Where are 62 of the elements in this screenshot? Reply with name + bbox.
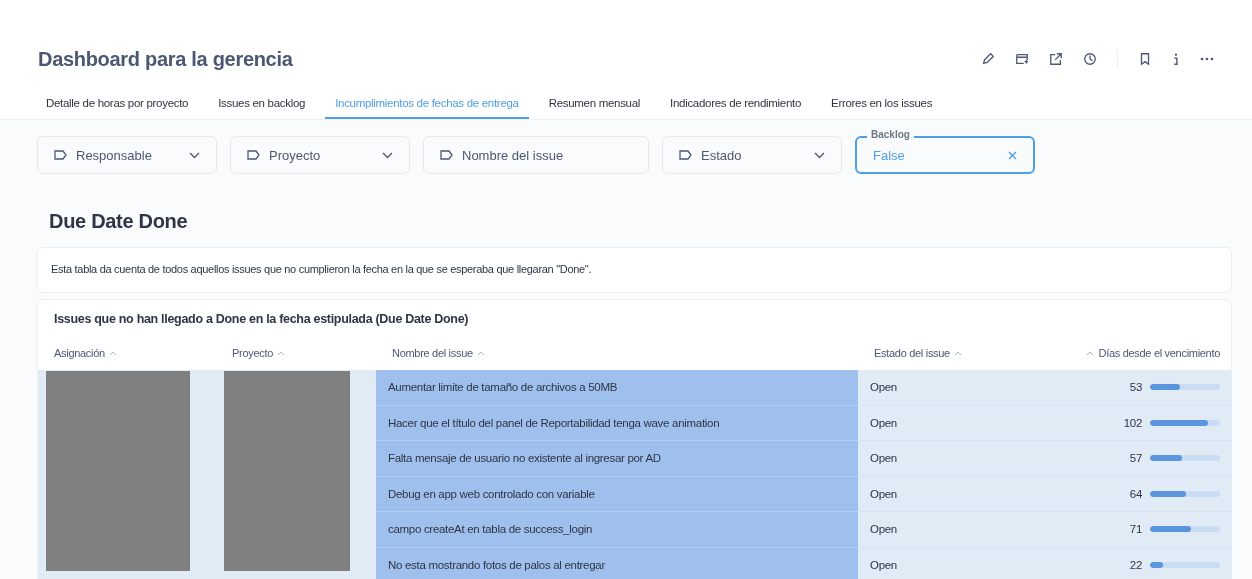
table-cell: 64: [1129, 487, 1142, 500]
chevron-down-icon: [382, 151, 393, 159]
filter-field[interactable]: Responsable: [37, 136, 217, 174]
table-cell: 57: [1129, 452, 1142, 465]
tab[interactable]: Issues en backlog: [208, 94, 316, 119]
close-icon[interactable]: [1008, 150, 1017, 160]
table-cell: Open: [858, 405, 1061, 441]
table-cell: No esta mostrando fotos de palos al entregar: [376, 547, 858, 579]
tag-icon: [247, 150, 260, 160]
column-header[interactable]: Nombre del issue: [376, 336, 858, 370]
filter-field[interactable]: Proyecto: [230, 136, 410, 174]
filter-label: Backlog: [867, 129, 914, 141]
table-cell: 102: [1123, 416, 1142, 429]
calendar-icon[interactable]: [1015, 52, 1029, 66]
chevron-down-icon: [814, 151, 825, 159]
table-cell: Open: [858, 370, 1061, 406]
column-header[interactable]: Asignación: [38, 336, 216, 370]
tab[interactable]: Resumen mensual: [538, 94, 651, 119]
table-cell: 22: [1129, 558, 1142, 571]
table-cell: campo createAt en tabla de success_login: [376, 512, 858, 548]
share-icon[interactable]: [1049, 52, 1063, 66]
tab[interactable]: Detalle de horas por proyecto: [36, 94, 199, 119]
clock-icon[interactable]: [1083, 52, 1097, 66]
description-text: Esta tabla da cuenta de todos aquellos issues que no cumplieron la fecha en la que se esperaba que llegaran "Done".: [51, 263, 592, 275]
table-cell: Open: [858, 441, 1061, 477]
table-cell: 71: [1129, 523, 1142, 536]
column-header[interactable]: Días desde el vencimiento: [1061, 336, 1232, 370]
sort-icon: [277, 350, 285, 356]
table-cell: 53: [1129, 381, 1142, 394]
table-cell: Falta mensaje de usuario no existente al ingresar por AD: [376, 441, 858, 477]
tab[interactable]: Indicadores de rendimiento: [660, 94, 811, 119]
tab[interactable]: Errores en los issues: [821, 94, 943, 119]
dashboard-title: Dashboard para la gerencia: [38, 47, 293, 71]
tag-icon: [440, 150, 453, 160]
table-title: Issues que no han llegado a Done en la fecha estipulada (Due Date Done): [53, 311, 470, 328]
filter-label: Responsable: [76, 147, 153, 163]
sort-icon: [476, 350, 485, 356]
pencil-icon[interactable]: [981, 52, 995, 66]
filter-label: Nombre del issue: [462, 147, 565, 163]
column-header[interactable]: Proyecto: [216, 336, 376, 370]
sort-icon: [1086, 350, 1095, 356]
column-header[interactable]: Estado del issue: [858, 336, 1061, 370]
filter-field[interactable]: Estado: [662, 136, 842, 174]
section-heading: Due Date Done: [49, 210, 189, 233]
filter-field[interactable]: Nombre del issue: [423, 136, 649, 174]
table-cell: Open: [858, 512, 1061, 548]
sort-icon: [108, 350, 117, 356]
more-icon[interactable]: [1200, 57, 1214, 61]
table-cell: Hacer que el título del panel de Reportabilidad tenga wave animation: [376, 405, 858, 441]
chevron-down-icon: [189, 151, 200, 159]
filter-value: False: [873, 147, 905, 163]
filter-label: Estado: [701, 147, 743, 163]
table-cell: Open: [858, 547, 1061, 579]
table-cell: Debug en app web controlado con variable: [376, 476, 858, 512]
bookmark-icon[interactable]: [1138, 52, 1152, 66]
filter-label: Proyecto: [269, 147, 322, 163]
info-icon[interactable]: [1172, 52, 1180, 66]
tag-icon: [679, 150, 692, 160]
tag-icon: [54, 150, 67, 160]
sort-icon: [953, 350, 962, 356]
table-cell: Open: [858, 476, 1061, 512]
table-cell: Aumentar limite de tamaño de archivos a 50MB: [376, 370, 858, 406]
